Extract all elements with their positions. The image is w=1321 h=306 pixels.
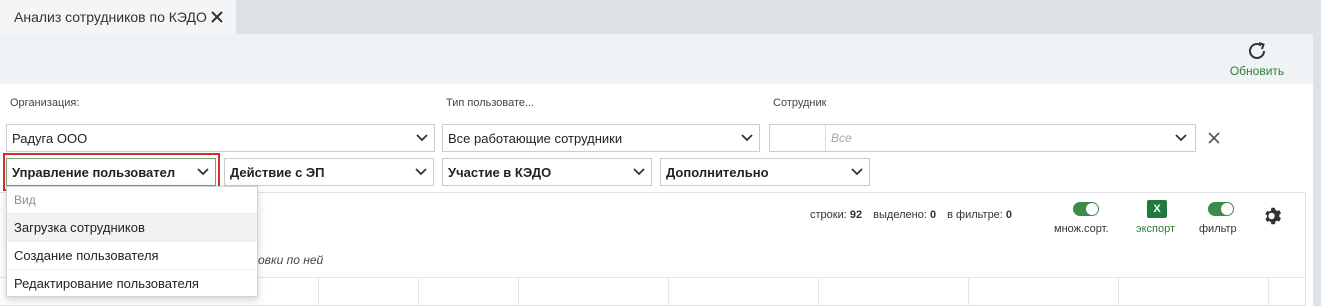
view-select-kedo-participation[interactable]: Участие в КЭДО	[442, 158, 652, 186]
chevron-down-icon	[1169, 125, 1193, 151]
view-label: Участие в КЭДО	[448, 164, 552, 180]
view-select-additional[interactable]: Дополнительно	[660, 158, 870, 186]
multisort-label: множ.сорт.	[1054, 223, 1109, 235]
view-label: Действие с ЭП	[230, 164, 325, 180]
group-hint-text: овки по ней	[258, 253, 324, 267]
export-button[interactable]: экспорт	[1136, 223, 1175, 235]
column-divider	[418, 278, 419, 306]
gear-icon[interactable]	[1262, 205, 1284, 227]
organization-label: Организация:	[10, 97, 80, 109]
column-divider	[968, 278, 969, 306]
refresh-button[interactable]: Обновить	[1226, 40, 1288, 82]
view-dropdown-menu: Вид Загрузка сотрудников Создание пользо…	[6, 186, 258, 297]
excel-icon[interactable]: X	[1147, 200, 1167, 218]
menu-item-create-user[interactable]: Создание пользователя	[7, 241, 257, 269]
organization-select[interactable]: Радуга ООО	[6, 124, 435, 152]
menu-item-edit-user[interactable]: Редактирование пользователя	[7, 269, 257, 297]
grid-stats: строки: 92 выделено: 0 в фильтре: 0	[810, 209, 1012, 221]
in-filter-label: в фильтре:	[947, 209, 1003, 221]
column-divider	[818, 278, 819, 306]
clear-filter-icon[interactable]	[1206, 130, 1222, 146]
window-edge	[1313, 0, 1321, 306]
chevron-down-icon	[845, 159, 869, 185]
column-divider	[518, 278, 519, 306]
in-filter-value: 0	[1005, 209, 1013, 221]
user-type-value: Все работающие сотрудники	[448, 130, 623, 146]
rows-value: 92	[849, 209, 863, 221]
view-select-signature-action[interactable]: Действие с ЭП	[224, 158, 434, 186]
dropdown-group-header: Вид	[14, 193, 36, 207]
tab-title: Анализ сотрудников по КЭДО	[14, 9, 207, 25]
column-divider	[668, 278, 669, 306]
employee-label: Сотрудник	[773, 97, 827, 109]
column-divider	[1118, 278, 1119, 306]
chevron-down-icon	[735, 125, 759, 151]
menu-item-load-employees[interactable]: Загрузка сотрудников	[7, 213, 257, 241]
chevron-down-icon	[627, 159, 651, 185]
employee-divider	[825, 125, 826, 151]
rows-label: строки:	[810, 209, 847, 221]
excel-icon-text: X	[1153, 203, 1161, 215]
tab-strip: Анализ сотрудников по КЭДО	[0, 0, 1313, 34]
selected-value: 0	[929, 209, 937, 221]
filter-toggle[interactable]	[1208, 202, 1234, 216]
close-icon[interactable]	[209, 8, 225, 26]
chevron-down-icon	[410, 125, 434, 151]
selected-label: выделено:	[873, 209, 927, 221]
user-type-label: Тип пользовате...	[446, 97, 535, 109]
chevron-down-icon	[409, 159, 433, 185]
organization-value: Радуга ООО	[12, 130, 88, 146]
multisort-toggle[interactable]	[1073, 202, 1099, 216]
employee-placeholder: Все	[831, 131, 852, 145]
refresh-icon	[1249, 42, 1265, 59]
employee-select[interactable]: Все	[769, 124, 1196, 152]
refresh-label: Обновить	[1229, 64, 1285, 78]
user-type-select[interactable]: Все работающие сотрудники	[442, 124, 760, 152]
view-label: Дополнительно	[666, 164, 769, 180]
toolbar	[0, 34, 1313, 84]
column-divider	[318, 278, 319, 306]
filter-label: фильтр	[1199, 223, 1237, 235]
tab-employee-analysis[interactable]: Анализ сотрудников по КЭДО	[0, 0, 236, 34]
column-divider	[1268, 278, 1269, 306]
